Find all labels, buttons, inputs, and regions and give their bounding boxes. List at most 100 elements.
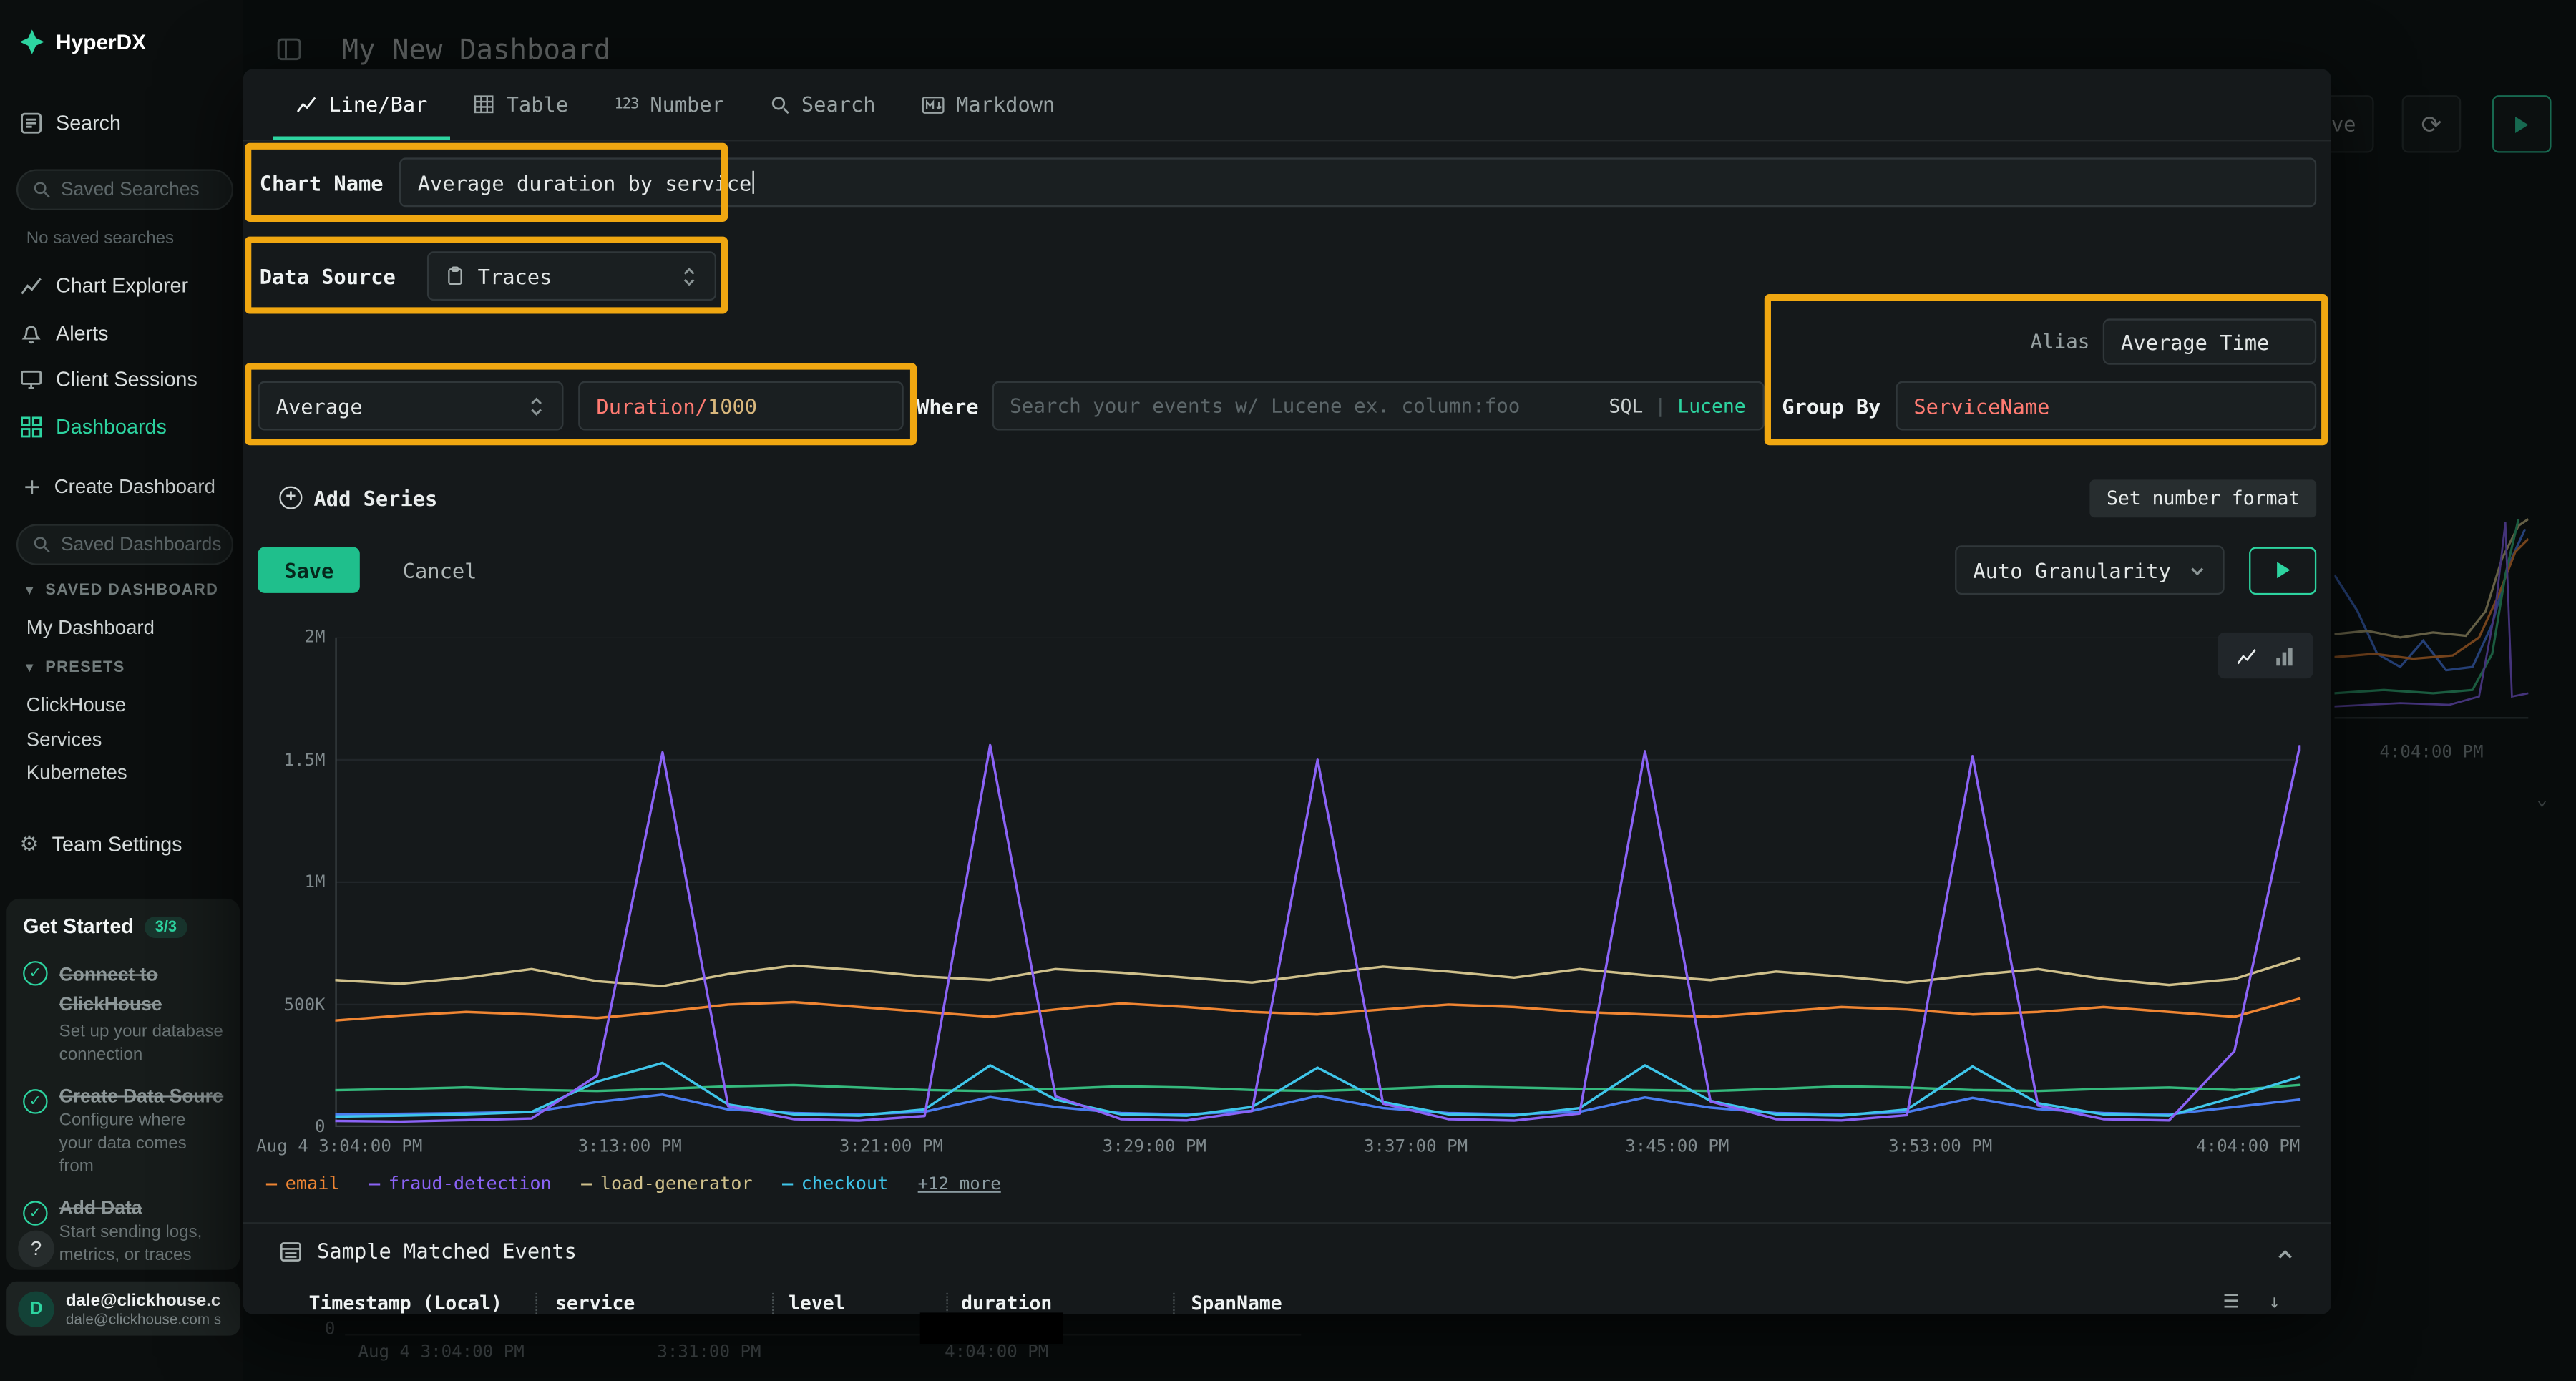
sidebar-item-my-dashboard[interactable]: My Dashboard — [26, 616, 155, 639]
legend-more-link[interactable]: +12 more — [918, 1173, 1001, 1194]
tab-search[interactable]: Search — [747, 69, 899, 140]
filter-icon[interactable]: ☰ — [2223, 1289, 2240, 1312]
x-axis-tick: 4:04:00 PM — [2196, 1137, 2300, 1157]
column-header-level[interactable]: level — [789, 1292, 845, 1314]
y-axis-tick: 1.5M — [256, 750, 325, 770]
sidebar-item-kubernetes[interactable]: Kubernetes — [26, 761, 127, 784]
sidebar-item-dashboards[interactable]: Dashboards — [20, 416, 167, 439]
granularity-value: Auto Granularity — [1973, 557, 2170, 582]
chart-name-input[interactable]: Average duration by service — [400, 157, 2317, 207]
run-chart-button[interactable] — [2249, 546, 2316, 594]
column-header-spanname[interactable]: SpanName — [1191, 1292, 1282, 1314]
where-search-input[interactable]: Search your events w/ Lucene ex. column:… — [992, 381, 1764, 431]
chart-explorer-icon — [20, 274, 43, 297]
sidebar-item-team-settings[interactable]: ⚙ Team Settings — [20, 831, 182, 858]
tab-label: Search — [801, 92, 876, 117]
app-logo[interactable]: HyperDX — [20, 29, 147, 54]
plus-icon — [23, 477, 41, 495]
sidebar-item-search[interactable]: Search — [20, 112, 121, 135]
get-started-item-subtitle: Configure where your data comes from — [59, 1111, 224, 1179]
tab-line-bar[interactable]: Line/Bar — [273, 69, 450, 140]
lucene-mode-toggle[interactable]: Lucene — [1677, 394, 1745, 417]
aggregation-select[interactable]: Average — [258, 381, 563, 431]
get-started-item-title: Add Data — [59, 1199, 224, 1219]
sidebar-item-clickhouse[interactable]: ClickHouse — [26, 693, 126, 716]
sidebar-item-label: Chart Explorer — [56, 274, 188, 297]
sample-matched-events-header[interactable]: Sample Matched Events — [279, 1239, 577, 1263]
column-divider — [946, 1293, 947, 1314]
sidebar-item-chart-explorer[interactable]: Chart Explorer — [20, 274, 189, 297]
app: HyperDX Search Saved Searches No saved s… — [0, 0, 2576, 1381]
create-dashboard-label: Create Dashboard — [54, 475, 215, 498]
saved-dashboards-section[interactable]: ▼ SAVED DASHBOARD — [23, 582, 218, 600]
sidebar-item-label: Alerts — [56, 322, 108, 345]
chart-editor-modal: Line/Bar Table 123 Number Search — [243, 69, 2331, 1314]
group-by-label: Group By — [1782, 394, 1880, 418]
saved-searches-input[interactable]: Saved Searches — [16, 169, 233, 210]
cancel-button[interactable]: Cancel — [403, 557, 477, 582]
preview-chart: 0500K1M1.5M2M Aug 4 3:04:00 PM3:13:00 PM… — [256, 621, 2318, 1163]
saved-searches-placeholder: Saved Searches — [61, 180, 200, 200]
chart-display-toggle[interactable] — [2218, 633, 2313, 678]
tab-markdown[interactable]: Markdown — [899, 69, 1078, 140]
user-email: dale@clickhouse.com s — [66, 1310, 221, 1327]
dashboards-grid-icon — [20, 416, 43, 439]
column-divider — [772, 1293, 774, 1314]
monitor-icon — [20, 368, 43, 391]
create-dashboard-button[interactable]: Create Dashboard — [23, 475, 215, 498]
y-axis-tick: 2M — [256, 628, 325, 648]
sql-mode-toggle[interactable]: SQL — [1609, 394, 1644, 417]
granularity-select[interactable]: Auto Granularity — [1955, 545, 2225, 595]
legend-item-load-generator[interactable]: load-generator — [581, 1173, 753, 1194]
download-icon[interactable]: ↓ — [2269, 1289, 2280, 1312]
tab-table[interactable]: Table — [451, 69, 592, 140]
x-axis-tick: 3:13:00 PM — [578, 1137, 682, 1157]
column-header-duration[interactable]: duration — [961, 1292, 1052, 1314]
get-started-item[interactable]: Create Data Source Configure where your … — [23, 1088, 223, 1179]
data-source-select[interactable]: Traces — [426, 251, 716, 301]
column-header-timestamp[interactable]: Timestamp (Local) — [309, 1292, 502, 1314]
help-button[interactable]: ? — [18, 1231, 54, 1267]
legend-item-fraud-detection[interactable]: fraud-detection — [369, 1173, 552, 1194]
where-label: Where — [917, 394, 978, 418]
legend-item-email[interactable]: email — [266, 1173, 340, 1194]
get-started-progress-badge: 3/3 — [145, 916, 187, 937]
field-code-value: Duration/ — [596, 394, 708, 418]
aggregation-field-input[interactable]: Duration/ 1000 — [578, 381, 904, 431]
tab-label: Markdown — [956, 92, 1055, 117]
add-series-button[interactable]: + Add Series — [279, 485, 437, 509]
table-icon — [474, 94, 495, 115]
saved-dashboards-input[interactable]: Saved Dashboards — [16, 524, 233, 565]
sidebar-item-services[interactable]: Services — [26, 728, 102, 751]
group-by-value: ServiceName — [1913, 394, 2049, 418]
legend-item-checkout[interactable]: checkout — [782, 1173, 888, 1194]
column-header-service[interactable]: service — [555, 1292, 635, 1314]
presets-section[interactable]: ▼ PRESETS — [23, 659, 125, 677]
tab-number[interactable]: 123 Number — [591, 69, 747, 140]
x-axis-tick: Aug 4 3:04:00 PM — [256, 1137, 422, 1157]
bar-chart-icon[interactable] — [2274, 645, 2296, 666]
sidebar-item-label: Search — [56, 112, 121, 135]
sidebar-item-client-sessions[interactable]: Client Sessions — [20, 368, 197, 391]
alias-input[interactable]: Average Time — [2103, 318, 2316, 364]
save-button[interactable]: Save — [258, 547, 360, 593]
user-menu[interactable]: D dale@clickhouse.c dale@clickhouse.com … — [6, 1282, 240, 1336]
circle-plus-icon: + — [279, 487, 302, 509]
data-source-label: Data Source — [260, 263, 396, 288]
legend-label: checkout — [801, 1173, 889, 1194]
sidebar-item-alerts[interactable]: Alerts — [20, 322, 109, 345]
line-chart-icon[interactable] — [2235, 645, 2257, 666]
section-title-label: SAVED DASHBOARD — [45, 582, 218, 600]
chevron-up-icon[interactable] — [2275, 1245, 2296, 1265]
y-axis-tick: 1M — [256, 872, 325, 892]
legend-label: fraud-detection — [389, 1173, 552, 1194]
get-started-card: Get Started 3/3 Connect to ClickHouse Se… — [6, 899, 240, 1270]
chart-plot-area[interactable] — [335, 638, 2300, 1127]
set-number-format-button[interactable]: Set number format — [2090, 479, 2316, 517]
tab-label: Line/Bar — [328, 92, 427, 117]
get-started-item[interactable]: Add Data Start sending logs, metrics, or… — [23, 1199, 223, 1267]
app-logo-text: HyperDX — [56, 29, 146, 54]
get-started-item[interactable]: Connect to ClickHouse Set up your databa… — [23, 960, 223, 1067]
section-title-label: PRESETS — [45, 659, 125, 677]
group-by-input[interactable]: ServiceName — [1896, 381, 2316, 431]
